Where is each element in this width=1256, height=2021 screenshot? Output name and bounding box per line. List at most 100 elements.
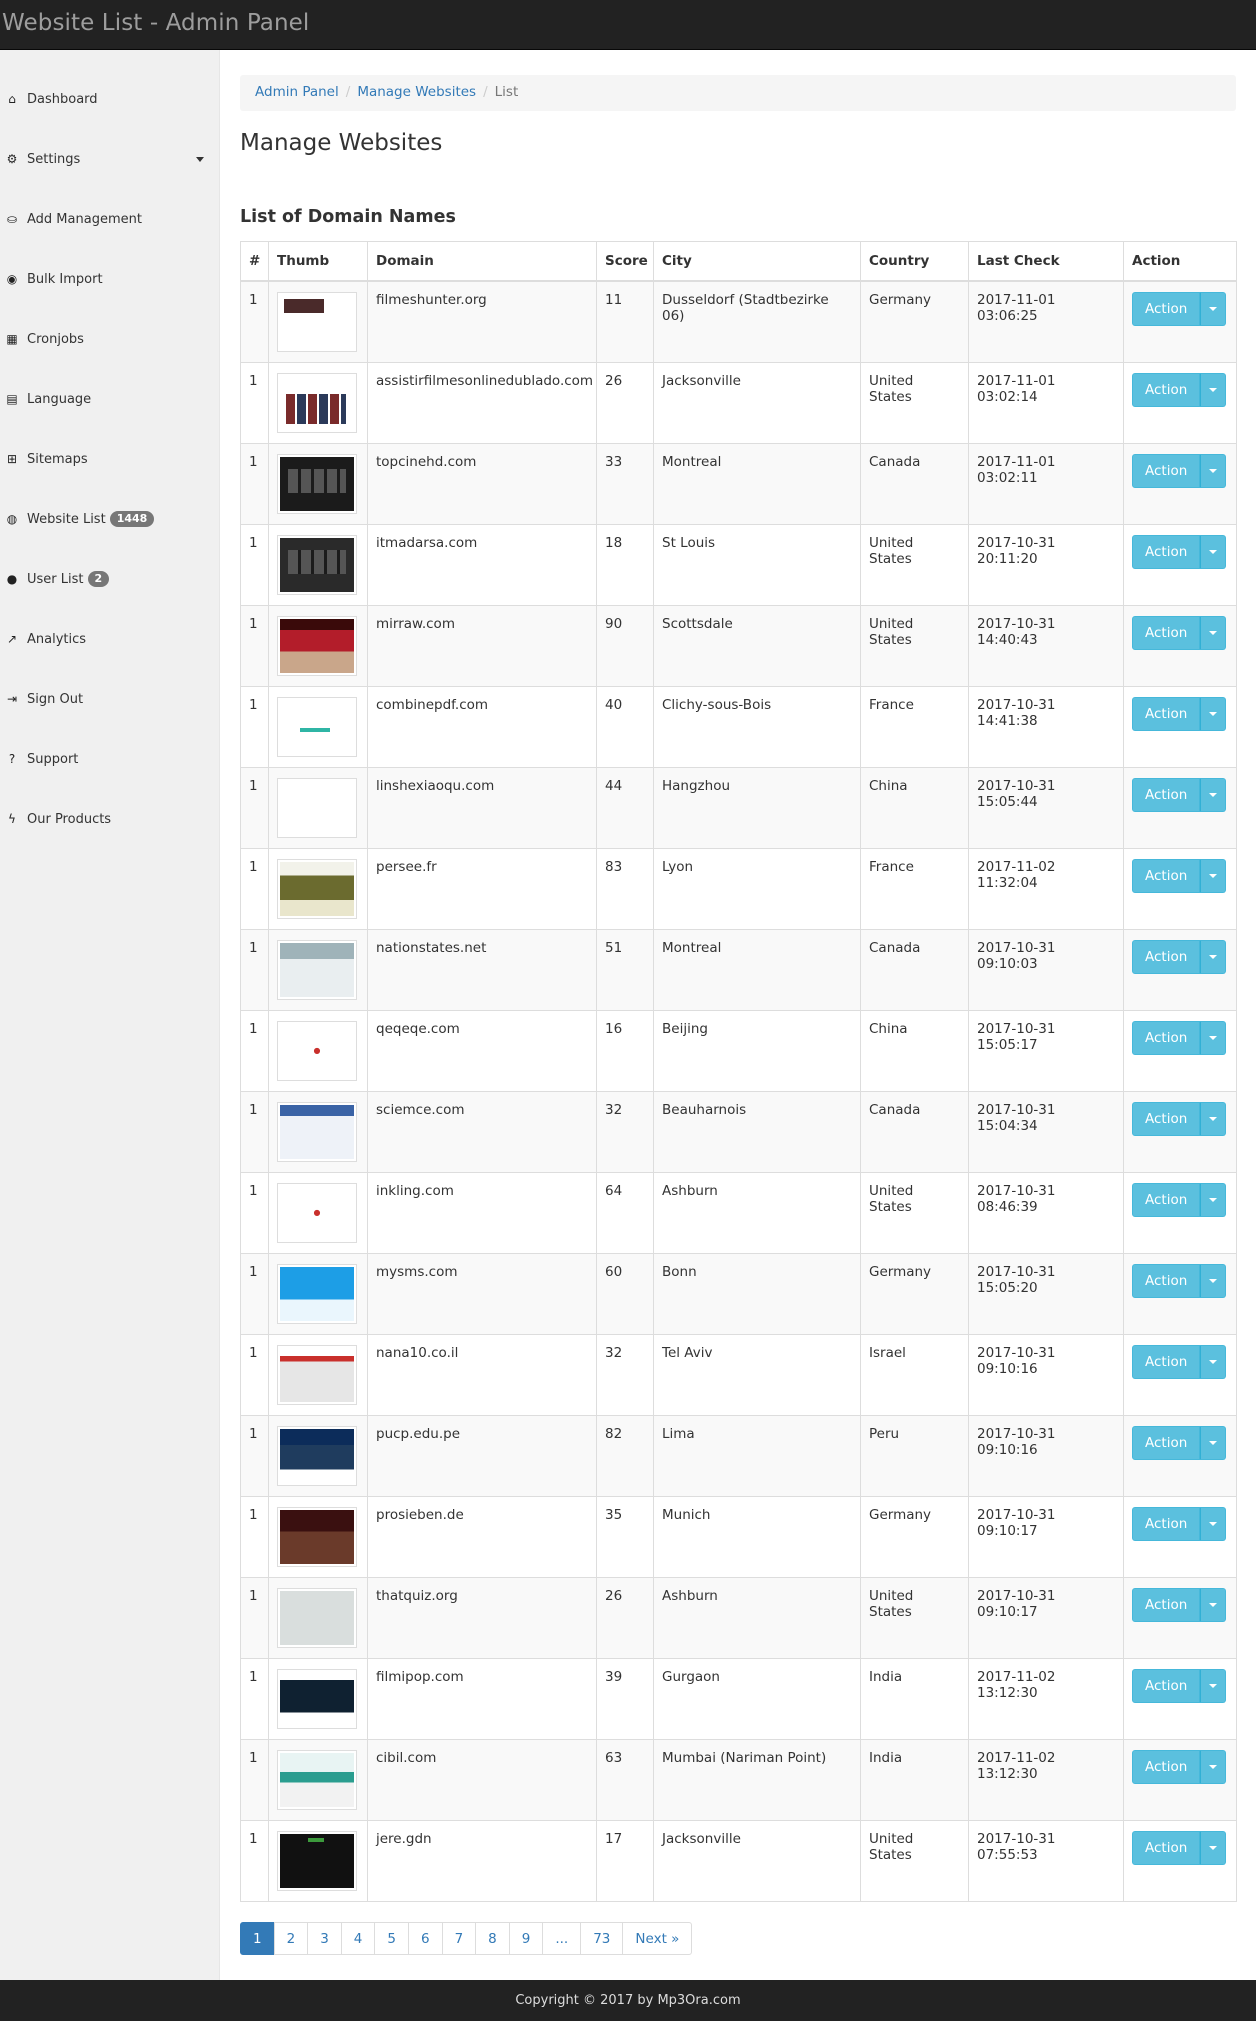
pagination-page-1[interactable]: 1 bbox=[240, 1922, 275, 1955]
action-dropdown-toggle[interactable] bbox=[1200, 453, 1227, 488]
sidebar-item-bulk-import[interactable]: ◉ Bulk Import bbox=[0, 259, 220, 299]
action-button[interactable]: Action bbox=[1132, 1749, 1201, 1784]
sidebar-item-website-list[interactable]: ◍ Website List 1448 bbox=[0, 499, 220, 539]
pagination-next[interactable]: Next » bbox=[622, 1922, 693, 1955]
sidebar-item-support[interactable]: ? Support bbox=[0, 739, 220, 779]
pagination-page-7[interactable]: 7 bbox=[441, 1922, 477, 1955]
sidebar-item-cronjobs[interactable]: ▦ Cronjobs bbox=[0, 319, 220, 359]
sidebar-item-user-list[interactable]: ● User List 2 bbox=[0, 559, 220, 599]
website-thumbnail[interactable] bbox=[277, 939, 357, 1000]
website-thumbnail[interactable] bbox=[277, 615, 357, 676]
action-button[interactable]: Action bbox=[1132, 1506, 1201, 1541]
col-header-country[interactable]: Country bbox=[860, 241, 969, 282]
pagination-page-4[interactable]: 4 bbox=[340, 1922, 376, 1955]
action-dropdown-toggle[interactable] bbox=[1200, 1749, 1227, 1784]
sidebar-item-sitemaps[interactable]: ⊞ Sitemaps bbox=[0, 439, 220, 479]
action-button[interactable]: Action bbox=[1132, 858, 1201, 893]
action-button[interactable]: Action bbox=[1132, 1425, 1201, 1460]
action-button[interactable]: Action bbox=[1132, 777, 1201, 812]
action-dropdown-toggle[interactable] bbox=[1200, 1830, 1227, 1865]
action-dropdown-toggle[interactable] bbox=[1200, 372, 1227, 407]
website-thumbnail[interactable] bbox=[277, 1506, 357, 1567]
sidebar-item-settings[interactable]: ⚙ Settings bbox=[0, 139, 220, 179]
action-button[interactable]: Action bbox=[1132, 291, 1201, 326]
website-thumbnail[interactable] bbox=[277, 372, 357, 433]
website-thumbnail[interactable] bbox=[277, 291, 357, 352]
website-thumbnail[interactable] bbox=[277, 1263, 357, 1324]
action-dropdown-toggle[interactable] bbox=[1200, 1425, 1227, 1460]
action-dropdown-toggle[interactable] bbox=[1200, 615, 1227, 650]
action-dropdown-toggle[interactable] bbox=[1200, 1263, 1227, 1298]
pagination-page-8[interactable]: 8 bbox=[475, 1922, 510, 1955]
website-thumbnail[interactable] bbox=[277, 1830, 357, 1891]
website-thumbnail[interactable] bbox=[277, 453, 357, 514]
action-dropdown-toggle[interactable] bbox=[1200, 1587, 1227, 1622]
action-dropdown-toggle[interactable] bbox=[1200, 858, 1227, 893]
action-dropdown-toggle[interactable] bbox=[1200, 1506, 1227, 1541]
col-header-action[interactable]: Action bbox=[1123, 241, 1237, 282]
website-thumbnail[interactable] bbox=[277, 1587, 357, 1648]
website-thumbnail[interactable] bbox=[277, 534, 357, 595]
pagination-page-6[interactable]: 6 bbox=[407, 1922, 443, 1955]
sidebar-item-language[interactable]: ▤ Language bbox=[0, 379, 220, 419]
pagination-page-73[interactable]: 73 bbox=[580, 1922, 624, 1955]
action-dropdown-toggle[interactable] bbox=[1200, 777, 1227, 812]
website-thumbnail[interactable] bbox=[277, 858, 357, 919]
sidebar-item-label: Analytics bbox=[27, 631, 87, 647]
action-dropdown-toggle[interactable] bbox=[1200, 1101, 1227, 1136]
pagination-page-5[interactable]: 5 bbox=[374, 1922, 409, 1955]
website-thumbnail[interactable] bbox=[277, 1101, 357, 1162]
action-dropdown-toggle[interactable] bbox=[1200, 1182, 1227, 1217]
app-title[interactable]: Website List - Admin Panel bbox=[2, 10, 309, 36]
breadcrumb-admin-panel[interactable]: Admin Panel bbox=[255, 84, 339, 100]
action-button[interactable]: Action bbox=[1132, 372, 1201, 407]
action-button[interactable]: Action bbox=[1132, 534, 1201, 569]
action-button[interactable]: Action bbox=[1132, 1830, 1201, 1865]
col-header-domain[interactable]: Domain bbox=[367, 241, 597, 282]
action-button[interactable]: Action bbox=[1132, 1344, 1201, 1379]
action-button[interactable]: Action bbox=[1132, 1182, 1201, 1217]
col-header-score[interactable]: Score bbox=[596, 241, 654, 282]
website-thumbnail[interactable] bbox=[277, 1668, 357, 1729]
pagination-page-3[interactable]: 3 bbox=[307, 1922, 342, 1955]
website-thumbnail[interactable] bbox=[277, 1344, 357, 1405]
action-button[interactable]: Action bbox=[1132, 1263, 1201, 1298]
sidebar-item-dashboard[interactable]: ⌂ Dashboard bbox=[0, 79, 220, 119]
col-header-last-check[interactable]: Last Check bbox=[968, 241, 1124, 282]
action-button[interactable]: Action bbox=[1132, 1587, 1201, 1622]
breadcrumb-manage-websites[interactable]: Manage Websites bbox=[357, 84, 476, 100]
action-dropdown-toggle[interactable] bbox=[1200, 1344, 1227, 1379]
action-button[interactable]: Action bbox=[1132, 939, 1201, 974]
sidebar-item-our-products[interactable]: ϟ Our Products bbox=[0, 799, 220, 839]
website-screenshot bbox=[280, 1266, 354, 1321]
action-button[interactable]: Action bbox=[1132, 1020, 1201, 1055]
action-button[interactable]: Action bbox=[1132, 696, 1201, 731]
pagination-page-2[interactable]: 2 bbox=[273, 1922, 309, 1955]
pagination-page-9[interactable]: 9 bbox=[508, 1922, 544, 1955]
city-cell: Jacksonville bbox=[653, 361, 861, 444]
website-thumbnail[interactable] bbox=[277, 777, 357, 838]
col-header-city[interactable]: City bbox=[653, 241, 861, 282]
sidebar-item-sign-out[interactable]: ⇥ Sign Out bbox=[0, 679, 220, 719]
website-screenshot: ● bbox=[280, 1185, 354, 1240]
action-dropdown-toggle[interactable] bbox=[1200, 1020, 1227, 1055]
website-thumbnail[interactable] bbox=[277, 1749, 357, 1810]
action-button[interactable]: Action bbox=[1132, 1668, 1201, 1703]
website-thumbnail[interactable]: ● bbox=[277, 1020, 357, 1081]
website-thumbnail[interactable] bbox=[277, 1425, 357, 1486]
col-header-num[interactable]: # bbox=[240, 241, 269, 282]
action-button[interactable]: Action bbox=[1132, 453, 1201, 488]
action-dropdown-toggle[interactable] bbox=[1200, 1668, 1227, 1703]
website-thumbnail[interactable]: ● bbox=[277, 1182, 357, 1243]
sidebar-item-analytics[interactable]: ↗ Analytics bbox=[0, 619, 220, 659]
col-header-thumb[interactable]: Thumb bbox=[268, 241, 368, 282]
website-thumbnail[interactable] bbox=[277, 696, 357, 757]
action-dropdown-toggle[interactable] bbox=[1200, 534, 1227, 569]
city-cell: Bonn bbox=[653, 1252, 861, 1335]
action-dropdown-toggle[interactable] bbox=[1200, 291, 1227, 326]
sidebar-item-add-management[interactable]: ⛀ Add Management bbox=[0, 199, 220, 239]
action-dropdown-toggle[interactable] bbox=[1200, 939, 1227, 974]
action-dropdown-toggle[interactable] bbox=[1200, 696, 1227, 731]
action-button[interactable]: Action bbox=[1132, 615, 1201, 650]
action-button[interactable]: Action bbox=[1132, 1101, 1201, 1136]
